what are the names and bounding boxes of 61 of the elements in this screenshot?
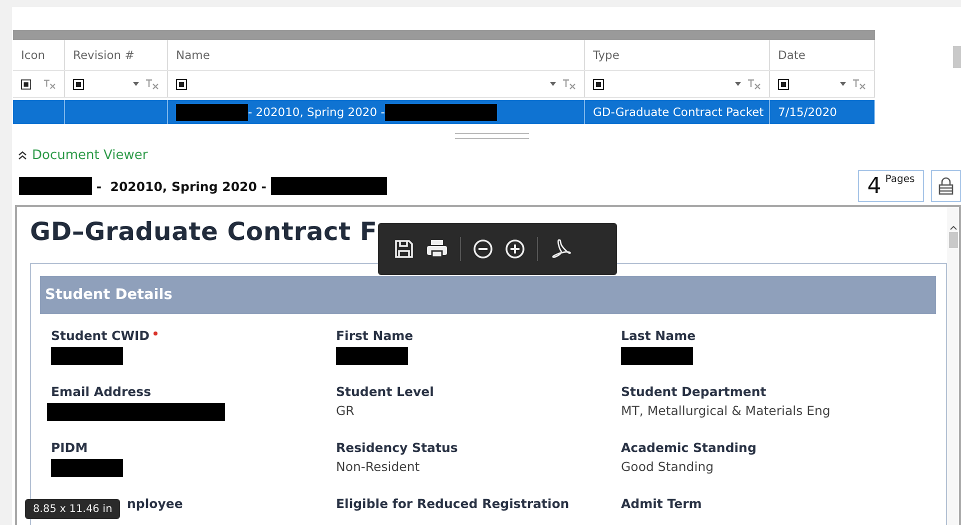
table-cell: GD-Graduate Contract Packet (593, 105, 764, 119)
field-label: Residency Status (336, 440, 458, 455)
zoom-in-icon[interactable] (505, 239, 525, 259)
column-header[interactable]: Icon (21, 48, 46, 62)
document-name: - 202010, Spring 2020 - (95, 178, 268, 194)
filter-icon[interactable] (176, 78, 187, 90)
field-label: Email Address (51, 384, 152, 399)
print-icon[interactable] (426, 239, 448, 259)
page-size-tooltip: 8.85 x 11.46 in (25, 499, 120, 519)
field-label: PIDM (51, 440, 88, 455)
scroll-thumb[interactable] (948, 232, 958, 248)
redaction-bar (51, 347, 123, 365)
document-title: GD–Graduate Contract F (30, 217, 378, 246)
column-header[interactable]: Type (593, 48, 620, 62)
column-header[interactable]: Name (176, 48, 210, 62)
table-cell: - 202010, Spring 2020 - (248, 105, 385, 119)
field-value: MT, Metallurgical & Materials Eng (621, 403, 830, 418)
scroll-thumb[interactable] (953, 46, 961, 68)
filter-icon[interactable] (778, 78, 789, 90)
filter-icon[interactable] (73, 78, 84, 90)
field-label: Academic Standing (621, 440, 756, 455)
pdf-icon[interactable] (550, 238, 572, 260)
clear-filter-icon[interactable] (852, 78, 866, 90)
field-value: Good Standing (621, 459, 714, 474)
field-label: First Name (336, 328, 414, 343)
document-viewer-toggle[interactable]: Document Viewer (18, 148, 148, 162)
clear-filter-icon[interactable] (562, 78, 576, 90)
field-value: Non-Resident (336, 459, 420, 474)
column-header[interactable]: Date (778, 48, 806, 62)
lock-button[interactable] (931, 170, 961, 202)
chevron-icon (18, 150, 27, 160)
clear-filter-icon[interactable] (43, 78, 56, 90)
section-title: Student Details (45, 287, 172, 303)
field-label: Student Level (336, 384, 434, 399)
filter-icon[interactable] (593, 78, 604, 90)
clear-filter-icon[interactable] (747, 78, 761, 90)
save-icon[interactable] (394, 239, 414, 259)
field-label: Last Name (621, 328, 696, 343)
redaction-bar (336, 347, 408, 365)
caret-icon[interactable] (735, 82, 741, 86)
field-value: GR (336, 403, 354, 418)
field-label: Student Department (621, 384, 766, 399)
field-label: Admit Term (621, 496, 702, 511)
zoom-out-icon[interactable] (473, 239, 493, 259)
clear-filter-icon[interactable] (145, 78, 159, 90)
field-label: Eligible for Reduced Registration (336, 496, 570, 511)
caret-icon[interactable] (550, 82, 556, 86)
redaction-bar (51, 459, 123, 477)
redaction-bar (176, 104, 248, 120)
caret-icon[interactable] (840, 82, 846, 86)
lock-icon (938, 176, 954, 196)
table-cell: 7/15/2020 (778, 105, 837, 119)
field-label: nployee (127, 496, 183, 511)
filter-icon[interactable] (21, 78, 32, 90)
table-row[interactable]: - 202010, Spring 2020 - GD-Graduate Contract Packet 7/15/2020 (13, 100, 875, 124)
column-header[interactable]: Revision # (73, 48, 134, 62)
caret-icon[interactable] (133, 82, 139, 86)
redaction-bar (621, 347, 693, 365)
field-label: Student CWID (51, 328, 150, 343)
splitter-handle[interactable] (455, 133, 529, 139)
scroll-up-icon[interactable] (950, 225, 956, 230)
